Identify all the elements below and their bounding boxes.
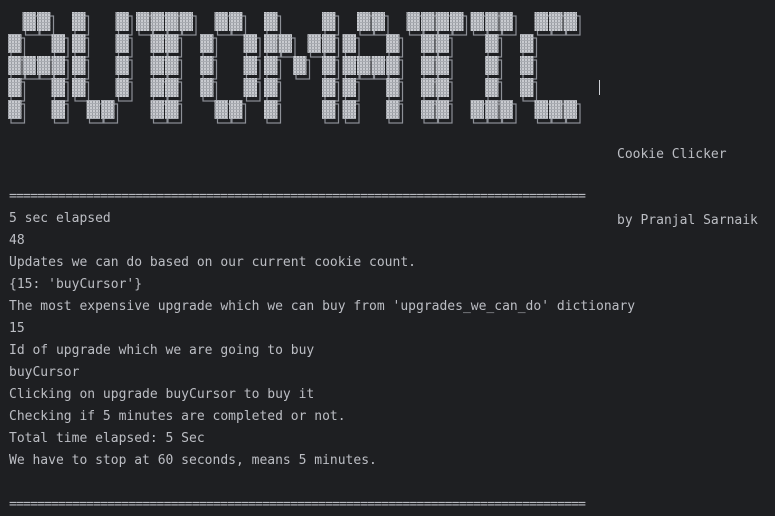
- log-line: We have to stop at 60 seconds, means 5 m…: [9, 453, 377, 468]
- logo-letter-o: [200, 12, 257, 119]
- log-area: ========================================…: [9, 186, 769, 516]
- logo-letter-a: [342, 12, 400, 119]
- log-line: 5 sec elapsed: [9, 211, 111, 226]
- log-line: 48: [9, 233, 25, 248]
- app-title-line: Cookie Clicker: [617, 147, 727, 162]
- logo-letter-u: [72, 12, 129, 119]
- automatic-ascii-logo: [8, 12, 581, 124]
- logo-letter-t: [406, 12, 464, 119]
- log-line: Total time elapsed: 5 Sec: [9, 431, 205, 446]
- log-line: Checking if 5 minutes are completed or n…: [9, 409, 346, 424]
- log-line: buyCursor: [9, 365, 80, 380]
- logo-letter-t: [136, 12, 193, 119]
- logo-letter-m: [264, 12, 336, 119]
- logo-letter-i: [470, 12, 513, 119]
- text-cursor: [599, 80, 600, 95]
- log-line: The most expensive upgrade which we can …: [9, 299, 636, 314]
- separator-line: ========================================…: [9, 189, 586, 204]
- log-line: {15: 'buyCursor'}: [9, 277, 143, 292]
- log-line: 15: [9, 321, 25, 336]
- log-line: Updates we can do based on our current c…: [9, 255, 416, 270]
- console-output: Cookie Clicker by Pranjal Sarnaik ======…: [0, 0, 775, 516]
- log-line: Id of upgrade which we are going to buy: [9, 343, 315, 358]
- log-line: Clicking on upgrade buyCursor to buy it: [9, 387, 315, 402]
- separator-line: ========================================…: [9, 497, 586, 512]
- logo-letter-a: [8, 12, 65, 119]
- logo-letter-c: [520, 12, 577, 119]
